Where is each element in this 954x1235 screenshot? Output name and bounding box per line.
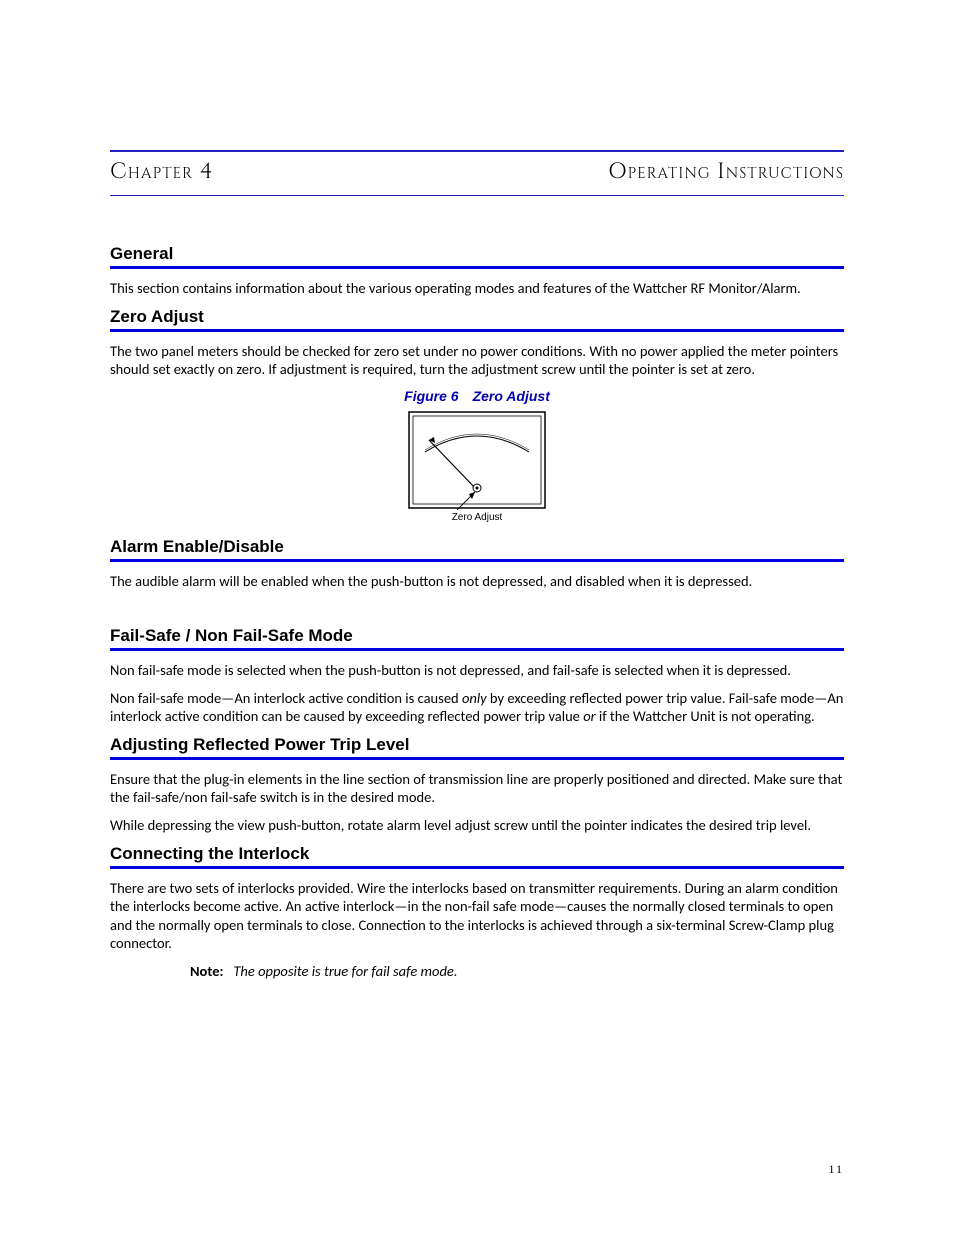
paragraph: The two panel meters should be checked f…	[110, 342, 844, 378]
paragraph: There are two sets of interlocks provide…	[110, 879, 844, 952]
meter-icon	[407, 410, 547, 510]
heading-general: General	[110, 244, 844, 264]
rule	[110, 648, 844, 651]
note: Note: The opposite is true for fail safe…	[190, 962, 844, 980]
heading-trip-level: Adjusting Reflected Power Trip Level	[110, 735, 844, 755]
page-number: 11	[828, 1162, 844, 1177]
figure-zero-adjust: Zero Adjust	[110, 410, 844, 523]
chapter-header: Chapter 4 Operating Instructions	[110, 150, 844, 196]
heading-failsafe: Fail-Safe / Non Fail-Safe Mode	[110, 626, 844, 646]
note-text: The opposite is true for fail safe mode.	[233, 962, 457, 980]
heading-interlock: Connecting the Interlock	[110, 844, 844, 864]
paragraph: The audible alarm will be enabled when t…	[110, 572, 844, 590]
paragraph: Non fail-safe mode is selected when the …	[110, 661, 844, 679]
chapter-number: Chapter 4	[110, 158, 214, 187]
note-label: Note:	[190, 962, 224, 980]
figure-caption: Figure 6 Zero Adjust	[110, 388, 844, 404]
rule	[110, 757, 844, 760]
paragraph: While depressing the view push-button, r…	[110, 816, 844, 834]
rule	[110, 559, 844, 562]
text: Non fail-safe mode—An interlock active c…	[110, 689, 462, 707]
paragraph: Non fail-safe mode—An interlock active c…	[110, 689, 844, 725]
heading-alarm: Alarm Enable/Disable	[110, 537, 844, 557]
text: if the Wattcher Unit is not operating.	[596, 707, 815, 725]
rule	[110, 266, 844, 269]
figure-label: Zero Adjust	[452, 512, 503, 523]
paragraph: This section contains information about …	[110, 279, 844, 297]
emphasis: only	[462, 689, 487, 707]
paragraph: Ensure that the plug-in elements in the …	[110, 770, 844, 806]
emphasis: or	[583, 707, 595, 725]
rule	[110, 329, 844, 332]
chapter-title: Operating Instructions	[608, 158, 844, 187]
page: Chapter 4 Operating Instructions General…	[0, 0, 954, 1235]
rule	[110, 866, 844, 869]
heading-zero-adjust: Zero Adjust	[110, 307, 844, 327]
